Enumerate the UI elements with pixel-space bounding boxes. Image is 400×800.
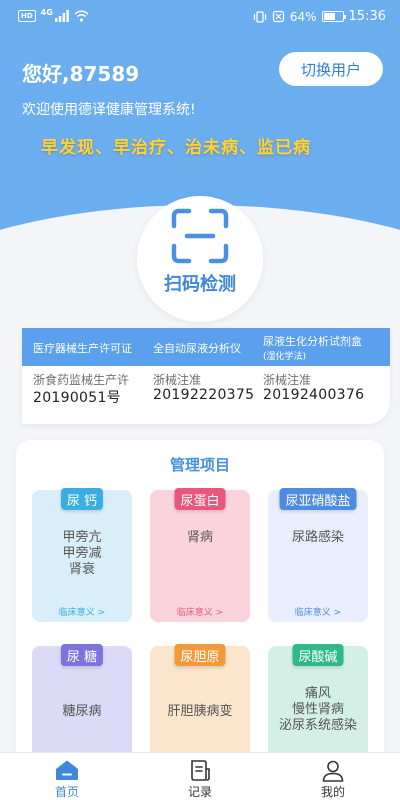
network-label: 4G	[40, 7, 53, 17]
certificate-issuer: 浙械注准	[263, 373, 312, 387]
certificate-number: 20192400376	[263, 387, 365, 403]
item-card-protein[interactable]: 尿蛋白 肾病 临床意义 >	[150, 488, 250, 622]
management-panel: 管理项目 尿 钙 甲旁亢 甲旁减 肾衰 临床意义 > 尿蛋白 肾病 临床意义 >…	[16, 440, 384, 780]
condition-text: 尿路感染	[291, 530, 344, 545]
scan-label: 扫码检测	[164, 274, 236, 295]
condition-text: 糖尿病	[62, 704, 102, 719]
item-tag: 尿蛋白	[174, 488, 226, 510]
item-card-nitrite[interactable]: 尿亚硝酸盐 尿路感染 临床意义 >	[268, 488, 368, 622]
certificate-number: 20190051号	[33, 390, 121, 406]
certificate-card: 医疗器械生产许可证 全自动尿液分析仪 尿液生化分析试剂盒 (湿化学法) 浙食药监…	[22, 328, 390, 424]
certificate-title: 尿液生化分析试剂盒	[263, 335, 362, 348]
records-icon	[191, 760, 210, 781]
status-bar: HD 4G 64% 15:36	[0, 0, 400, 34]
profile-icon	[322, 760, 344, 782]
item-conditions: 肝胆胰病变	[150, 704, 250, 720]
item-conditions: 肾病	[150, 530, 250, 546]
item-card-calcium[interactable]: 尿 钙 甲旁亢 甲旁减 肾衰 临床意义 >	[32, 488, 132, 622]
status-right: 64% 15:36	[253, 9, 386, 24]
item-conditions: 甲旁亢 甲旁减 肾衰	[32, 530, 132, 578]
item-tag: 尿酸碱	[292, 644, 344, 666]
condition-text: 肾衰	[68, 562, 95, 577]
tab-label: 我的	[320, 785, 345, 799]
certificate-title: 医疗器械生产许可证	[33, 342, 132, 355]
bottom-tab-bar: 首页 记录 我的	[0, 752, 400, 800]
certificate-header: 医疗器械生产许可证 全自动尿液分析仪 尿液生化分析试剂盒 (湿化学法)	[22, 328, 390, 366]
hd-badge: HD	[18, 10, 36, 22]
signal-icon	[54, 10, 69, 22]
certificate-subtitle: (湿化学法)	[263, 352, 307, 362]
condition-text: 肝胆胰病变	[167, 704, 233, 719]
item-tag: 尿 钙	[60, 488, 104, 510]
item-tag: 尿亚硝酸盐	[279, 488, 357, 510]
scan-icon	[171, 208, 229, 264]
wifi-icon	[74, 10, 89, 22]
battery-icon	[321, 11, 346, 22]
item-conditions: 痛风 慢性肾病 泌尿系统感染	[268, 686, 368, 734]
item-conditions: 糖尿病	[32, 704, 132, 720]
scan-button[interactable]: 扫码检测	[137, 196, 263, 322]
condition-text: 甲旁亢	[62, 530, 102, 545]
condition-text: 泌尿系统感染	[278, 718, 357, 733]
condition-text: 肾病	[186, 530, 213, 545]
condition-text: 甲旁减	[62, 546, 102, 561]
switch-user-button[interactable]: 切换用户	[279, 52, 383, 86]
clinical-meaning-link[interactable]: 临床意义 >	[32, 605, 132, 618]
tab-label: 记录	[187, 785, 212, 799]
status-left: HD 4G	[18, 7, 89, 22]
slogan: 早发现、早治疗、治未病、监已病	[41, 138, 311, 158]
item-tag: 尿胆原	[174, 644, 226, 666]
certificate-issuer: 浙食药监械生产许	[33, 373, 130, 387]
certificate-number: 20192220375	[153, 387, 255, 403]
clinical-meaning-link[interactable]: 临床意义 >	[268, 605, 368, 618]
management-title: 管理项目	[169, 456, 230, 474]
battery-percent: 64%	[289, 9, 317, 24]
condition-text: 痛风	[304, 686, 331, 701]
tab-profile[interactable]: 我的	[293, 753, 373, 800]
tab-label: 首页	[54, 785, 79, 799]
clinical-meaning-link[interactable]: 临床意义 >	[150, 605, 250, 618]
condition-text: 慢性肾病	[291, 702, 344, 717]
greeting: 您好,87589	[22, 62, 140, 86]
certificate-issuer: 浙械注准	[153, 373, 202, 387]
certificate-title: 全自动尿液分析仪	[153, 342, 241, 355]
tab-records[interactable]: 记录	[160, 753, 240, 800]
tab-home[interactable]: 首页	[27, 753, 107, 800]
item-tag: 尿 糖	[60, 644, 104, 666]
clock: 15:36	[348, 9, 386, 24]
welcome-text: 欢迎使用德译健康管理系统!	[22, 102, 196, 118]
vibrate-icon	[253, 10, 267, 23]
home-icon	[56, 760, 78, 780]
alarm-off-icon	[272, 10, 285, 23]
item-conditions: 尿路感染	[268, 530, 368, 546]
